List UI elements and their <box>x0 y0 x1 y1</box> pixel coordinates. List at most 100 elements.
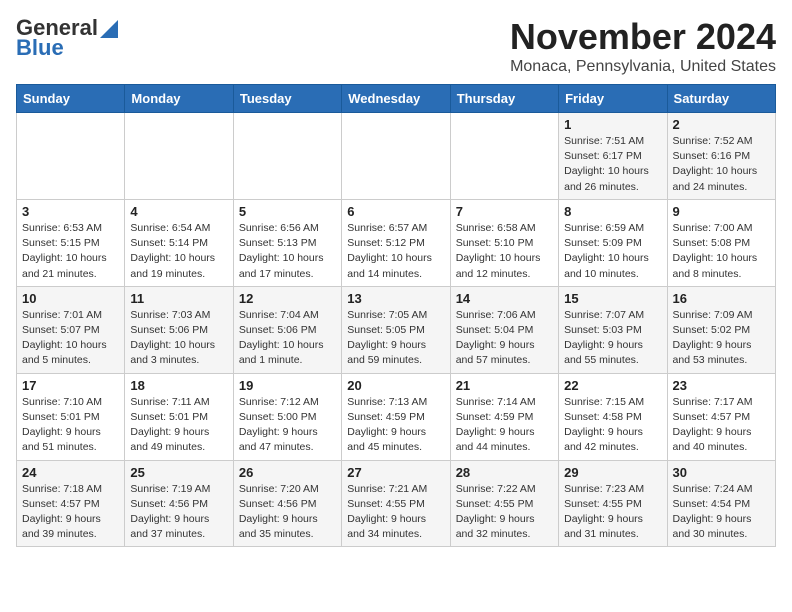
calendar-cell: 28 Sunrise: 7:22 AM Sunset: 4:55 PM Dayli… <box>450 460 558 547</box>
calendar-cell: 7 Sunrise: 6:58 AM Sunset: 5:10 PM Daylig… <box>450 199 558 286</box>
day-number: 26 <box>239 465 336 480</box>
calendar-cell: 16Sunrise: 7:09 AM Sunset: 5:02 PM Dayli… <box>667 286 775 373</box>
calendar-cell: 11Sunrise: 7:03 AM Sunset: 5:06 PM Dayli… <box>125 286 233 373</box>
calendar-week-row: 10Sunrise: 7:01 AM Sunset: 5:07 PM Dayli… <box>17 286 776 373</box>
day-info: Sunrise: 7:24 AM Sunset: 4:54 PM Dayligh… <box>673 482 770 543</box>
calendar-cell: 10Sunrise: 7:01 AM Sunset: 5:07 PM Dayli… <box>17 286 125 373</box>
day-info: Sunrise: 7:21 AM Sunset: 4:55 PM Dayligh… <box>347 482 444 543</box>
day-info: Sunrise: 7:14 AM Sunset: 4:59 PM Dayligh… <box>456 395 553 456</box>
calendar-week-row: 17 Sunrise: 7:10 AM Sunset: 5:01 PM Dayli… <box>17 373 776 460</box>
day-info: Sunrise: 6:59 AM Sunset: 5:09 PM Dayligh… <box>564 221 661 282</box>
day-number: 6 <box>347 204 444 219</box>
calendar-cell <box>342 113 450 200</box>
day-number: 20 <box>347 378 444 393</box>
calendar-cell <box>233 113 341 200</box>
calendar-cell: 30Sunrise: 7:24 AM Sunset: 4:54 PM Dayli… <box>667 460 775 547</box>
calendar-cell: 26 Sunrise: 7:20 AM Sunset: 4:56 PM Dayli… <box>233 460 341 547</box>
calendar-cell: 21 Sunrise: 7:14 AM Sunset: 4:59 PM Dayli… <box>450 373 558 460</box>
day-number: 27 <box>347 465 444 480</box>
day-info: Sunrise: 7:23 AM Sunset: 4:55 PM Dayligh… <box>564 482 661 543</box>
day-number: 4 <box>130 204 227 219</box>
day-number: 19 <box>239 378 336 393</box>
day-info: Sunrise: 7:18 AM Sunset: 4:57 PM Dayligh… <box>22 482 119 543</box>
weekday-header-sunday: Sunday <box>17 85 125 113</box>
day-info: Sunrise: 6:53 AM Sunset: 5:15 PM Dayligh… <box>22 221 119 282</box>
day-number: 9 <box>673 204 770 219</box>
calendar-cell: 25 Sunrise: 7:19 AM Sunset: 4:56 PM Dayli… <box>125 460 233 547</box>
calendar-cell: 15 Sunrise: 7:07 AM Sunset: 5:03 PM Dayli… <box>559 286 667 373</box>
day-number: 5 <box>239 204 336 219</box>
weekday-header-thursday: Thursday <box>450 85 558 113</box>
day-info: Sunrise: 7:51 AM Sunset: 6:17 PM Dayligh… <box>564 134 661 195</box>
logo-blue: Blue <box>16 35 64 60</box>
calendar-cell <box>125 113 233 200</box>
day-number: 22 <box>564 378 661 393</box>
calendar-week-row: 3 Sunrise: 6:53 AM Sunset: 5:15 PM Daylig… <box>17 199 776 286</box>
calendar-cell: 19 Sunrise: 7:12 AM Sunset: 5:00 PM Dayli… <box>233 373 341 460</box>
weekday-header-tuesday: Tuesday <box>233 85 341 113</box>
day-number: 21 <box>456 378 553 393</box>
calendar-cell: 8 Sunrise: 6:59 AM Sunset: 5:09 PM Daylig… <box>559 199 667 286</box>
day-number: 14 <box>456 291 553 306</box>
calendar-cell: 4 Sunrise: 6:54 AM Sunset: 5:14 PM Daylig… <box>125 199 233 286</box>
calendar-cell: 24 Sunrise: 7:18 AM Sunset: 4:57 PM Dayli… <box>17 460 125 547</box>
location-title: Monaca, Pennsylvania, United States <box>510 58 776 76</box>
day-info: Sunrise: 7:01 AM Sunset: 5:07 PM Dayligh… <box>22 308 119 369</box>
day-number: 15 <box>564 291 661 306</box>
day-info: Sunrise: 6:56 AM Sunset: 5:13 PM Dayligh… <box>239 221 336 282</box>
calendar-cell: 5 Sunrise: 6:56 AM Sunset: 5:13 PM Daylig… <box>233 199 341 286</box>
calendar-cell: 2 Sunrise: 7:52 AM Sunset: 6:16 PM Daylig… <box>667 113 775 200</box>
day-number: 8 <box>564 204 661 219</box>
calendar-cell: 17 Sunrise: 7:10 AM Sunset: 5:01 PM Dayli… <box>17 373 125 460</box>
calendar-cell: 6 Sunrise: 6:57 AM Sunset: 5:12 PM Daylig… <box>342 199 450 286</box>
day-info: Sunrise: 7:05 AM Sunset: 5:05 PM Dayligh… <box>347 308 444 369</box>
calendar-week-row: 1 Sunrise: 7:51 AM Sunset: 6:17 PM Daylig… <box>17 113 776 200</box>
title-area: November 2024 Monaca, Pennsylvania, Unit… <box>510 16 776 76</box>
day-number: 12 <box>239 291 336 306</box>
day-number: 16 <box>673 291 770 306</box>
day-info: Sunrise: 7:04 AM Sunset: 5:06 PM Dayligh… <box>239 308 336 369</box>
calendar-cell: 3 Sunrise: 6:53 AM Sunset: 5:15 PM Daylig… <box>17 199 125 286</box>
weekday-header-friday: Friday <box>559 85 667 113</box>
calendar-cell: 27 Sunrise: 7:21 AM Sunset: 4:55 PM Dayli… <box>342 460 450 547</box>
day-number: 2 <box>673 117 770 132</box>
day-info: Sunrise: 7:22 AM Sunset: 4:55 PM Dayligh… <box>456 482 553 543</box>
day-info: Sunrise: 7:17 AM Sunset: 4:57 PM Dayligh… <box>673 395 770 456</box>
day-info: Sunrise: 7:10 AM Sunset: 5:01 PM Dayligh… <box>22 395 119 456</box>
day-number: 17 <box>22 378 119 393</box>
day-info: Sunrise: 7:20 AM Sunset: 4:56 PM Dayligh… <box>239 482 336 543</box>
day-info: Sunrise: 7:15 AM Sunset: 4:58 PM Dayligh… <box>564 395 661 456</box>
day-number: 11 <box>130 291 227 306</box>
day-info: Sunrise: 7:07 AM Sunset: 5:03 PM Dayligh… <box>564 308 661 369</box>
weekday-header-wednesday: Wednesday <box>342 85 450 113</box>
weekday-header-monday: Monday <box>125 85 233 113</box>
calendar-cell: 23 Sunrise: 7:17 AM Sunset: 4:57 PM Dayli… <box>667 373 775 460</box>
logo: General Blue <box>16 16 118 60</box>
calendar-week-row: 24 Sunrise: 7:18 AM Sunset: 4:57 PM Dayli… <box>17 460 776 547</box>
calendar-cell <box>450 113 558 200</box>
day-info: Sunrise: 7:00 AM Sunset: 5:08 PM Dayligh… <box>673 221 770 282</box>
day-info: Sunrise: 7:12 AM Sunset: 5:00 PM Dayligh… <box>239 395 336 456</box>
calendar-cell: 14Sunrise: 7:06 AM Sunset: 5:04 PM Dayli… <box>450 286 558 373</box>
day-info: Sunrise: 7:52 AM Sunset: 6:16 PM Dayligh… <box>673 134 770 195</box>
day-number: 23 <box>673 378 770 393</box>
day-number: 7 <box>456 204 553 219</box>
day-number: 29 <box>564 465 661 480</box>
day-number: 3 <box>22 204 119 219</box>
day-number: 18 <box>130 378 227 393</box>
day-number: 1 <box>564 117 661 132</box>
day-number: 25 <box>130 465 227 480</box>
calendar-cell: 29 Sunrise: 7:23 AM Sunset: 4:55 PM Dayli… <box>559 460 667 547</box>
calendar-cell <box>17 113 125 200</box>
day-info: Sunrise: 6:54 AM Sunset: 5:14 PM Dayligh… <box>130 221 227 282</box>
day-number: 24 <box>22 465 119 480</box>
day-info: Sunrise: 6:57 AM Sunset: 5:12 PM Dayligh… <box>347 221 444 282</box>
weekday-header-saturday: Saturday <box>667 85 775 113</box>
day-info: Sunrise: 6:58 AM Sunset: 5:10 PM Dayligh… <box>456 221 553 282</box>
day-number: 13 <box>347 291 444 306</box>
calendar-cell: 20Sunrise: 7:13 AM Sunset: 4:59 PM Dayli… <box>342 373 450 460</box>
day-number: 28 <box>456 465 553 480</box>
calendar-cell: 1 Sunrise: 7:51 AM Sunset: 6:17 PM Daylig… <box>559 113 667 200</box>
calendar-cell: 12 Sunrise: 7:04 AM Sunset: 5:06 PM Dayli… <box>233 286 341 373</box>
day-info: Sunrise: 7:19 AM Sunset: 4:56 PM Dayligh… <box>130 482 227 543</box>
